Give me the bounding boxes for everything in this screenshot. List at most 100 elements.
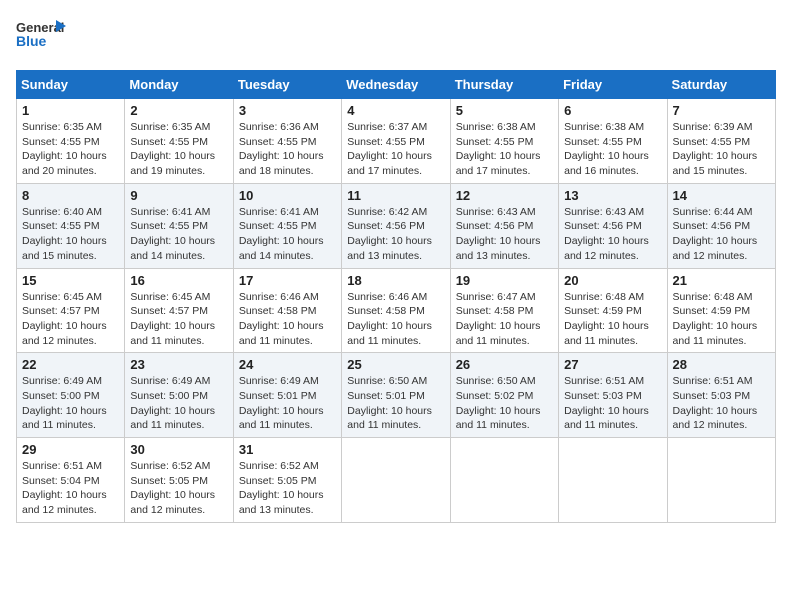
day-info: Sunrise: 6:51 AMSunset: 5:03 PMDaylight:… xyxy=(673,374,770,433)
logo-svg: General Blue xyxy=(16,16,68,58)
svg-text:Blue: Blue xyxy=(16,33,47,49)
day-info: Sunrise: 6:50 AMSunset: 5:02 PMDaylight:… xyxy=(456,374,553,433)
day-number: 11 xyxy=(347,188,444,203)
calendar-day-cell: 1Sunrise: 6:35 AMSunset: 4:55 PMDaylight… xyxy=(17,99,125,184)
day-number: 8 xyxy=(22,188,119,203)
calendar-day-cell: 24 Sunrise: 6:49 AMSunset: 5:01 PMDayligh… xyxy=(233,353,341,438)
day-info: Sunrise: 6:49 AMSunset: 5:01 PMDaylight:… xyxy=(239,374,336,433)
day-number: 18 xyxy=(347,273,444,288)
day-number: 25 xyxy=(347,357,444,372)
calendar-day-cell: 13 Sunrise: 6:43 AMSunset: 4:56 PMDayligh… xyxy=(559,183,667,268)
day-number: 16 xyxy=(130,273,227,288)
day-info: Sunrise: 6:43 AMSunset: 4:56 PMDaylight:… xyxy=(456,205,553,264)
calendar-day-cell: 28 Sunrise: 6:51 AMSunset: 5:03 PMDayligh… xyxy=(667,353,775,438)
day-info: Sunrise: 6:49 AMSunset: 5:00 PMDaylight:… xyxy=(22,374,119,433)
calendar-week-row: 29 Sunrise: 6:51 AMSunset: 5:04 PMDayligh… xyxy=(17,438,776,523)
day-number: 5 xyxy=(456,103,553,118)
calendar-day-cell: 14Sunrise: 6:44 AMSunset: 4:56 PMDayligh… xyxy=(667,183,775,268)
calendar-day-cell: 26 Sunrise: 6:50 AMSunset: 5:02 PMDayligh… xyxy=(450,353,558,438)
day-info: Sunrise: 6:46 AMSunset: 4:58 PMDaylight:… xyxy=(239,290,336,349)
calendar-day-cell: 25 Sunrise: 6:50 AMSunset: 5:01 PMDayligh… xyxy=(342,353,450,438)
calendar-day-cell: 31Sunrise: 6:52 AMSunset: 5:05 PMDayligh… xyxy=(233,438,341,523)
day-number: 9 xyxy=(130,188,227,203)
calendar-day-cell: 17 Sunrise: 6:46 AMSunset: 4:58 PMDayligh… xyxy=(233,268,341,353)
day-number: 23 xyxy=(130,357,227,372)
calendar-week-row: 8 Sunrise: 6:40 AMSunset: 4:55 PMDaylight… xyxy=(17,183,776,268)
calendar-day-cell: 10 Sunrise: 6:41 AMSunset: 4:55 PMDayligh… xyxy=(233,183,341,268)
day-number: 6 xyxy=(564,103,661,118)
day-info: Sunrise: 6:41 AMSunset: 4:55 PMDaylight:… xyxy=(239,205,336,264)
day-info: Sunrise: 6:38 AMSunset: 4:55 PMDaylight:… xyxy=(564,120,661,179)
calendar-day-cell: 16 Sunrise: 6:45 AMSunset: 4:57 PMDayligh… xyxy=(125,268,233,353)
calendar-day-cell: 11 Sunrise: 6:42 AMSunset: 4:56 PMDayligh… xyxy=(342,183,450,268)
calendar-day-cell: 20 Sunrise: 6:48 AMSunset: 4:59 PMDayligh… xyxy=(559,268,667,353)
calendar-week-row: 15 Sunrise: 6:45 AMSunset: 4:57 PMDayligh… xyxy=(17,268,776,353)
calendar-day-header: Monday xyxy=(125,71,233,99)
calendar-day-cell: 5 Sunrise: 6:38 AMSunset: 4:55 PMDaylight… xyxy=(450,99,558,184)
calendar-day-cell: 9 Sunrise: 6:41 AMSunset: 4:55 PMDaylight… xyxy=(125,183,233,268)
day-info: Sunrise: 6:50 AMSunset: 5:01 PMDaylight:… xyxy=(347,374,444,433)
day-number: 29 xyxy=(22,442,119,457)
day-info: Sunrise: 6:45 AMSunset: 4:57 PMDaylight:… xyxy=(130,290,227,349)
day-number: 15 xyxy=(22,273,119,288)
day-info: Sunrise: 6:36 AMSunset: 4:55 PMDaylight:… xyxy=(239,120,336,179)
day-info: Sunrise: 6:41 AMSunset: 4:55 PMDaylight:… xyxy=(130,205,227,264)
day-number: 20 xyxy=(564,273,661,288)
calendar-day-header: Sunday xyxy=(17,71,125,99)
calendar-header-row: SundayMondayTuesdayWednesdayThursdayFrid… xyxy=(17,71,776,99)
day-number: 10 xyxy=(239,188,336,203)
calendar-day-cell: 3 Sunrise: 6:36 AMSunset: 4:55 PMDaylight… xyxy=(233,99,341,184)
day-info: Sunrise: 6:37 AMSunset: 4:55 PMDaylight:… xyxy=(347,120,444,179)
day-number: 14 xyxy=(673,188,770,203)
page-header: General Blue xyxy=(16,16,776,58)
day-number: 24 xyxy=(239,357,336,372)
calendar-day-header: Saturday xyxy=(667,71,775,99)
day-number: 19 xyxy=(456,273,553,288)
day-info: Sunrise: 6:42 AMSunset: 4:56 PMDaylight:… xyxy=(347,205,444,264)
day-info: Sunrise: 6:48 AMSunset: 4:59 PMDaylight:… xyxy=(564,290,661,349)
calendar-day-cell: 21Sunrise: 6:48 AMSunset: 4:59 PMDayligh… xyxy=(667,268,775,353)
calendar-table: SundayMondayTuesdayWednesdayThursdayFrid… xyxy=(16,70,776,523)
day-number: 12 xyxy=(456,188,553,203)
calendar-day-cell: 19 Sunrise: 6:47 AMSunset: 4:58 PMDayligh… xyxy=(450,268,558,353)
calendar-day-cell: 6 Sunrise: 6:38 AMSunset: 4:55 PMDaylight… xyxy=(559,99,667,184)
calendar-week-row: 1Sunrise: 6:35 AMSunset: 4:55 PMDaylight… xyxy=(17,99,776,184)
day-number: 3 xyxy=(239,103,336,118)
logo: General Blue xyxy=(16,16,68,58)
day-number: 31 xyxy=(239,442,336,457)
calendar-day-cell: 18Sunrise: 6:46 AMSunset: 4:58 PMDayligh… xyxy=(342,268,450,353)
calendar-day-cell xyxy=(667,438,775,523)
calendar-day-cell: 30Sunrise: 6:52 AMSunset: 5:05 PMDayligh… xyxy=(125,438,233,523)
day-number: 28 xyxy=(673,357,770,372)
calendar-day-header: Thursday xyxy=(450,71,558,99)
day-number: 17 xyxy=(239,273,336,288)
day-info: Sunrise: 6:40 AMSunset: 4:55 PMDaylight:… xyxy=(22,205,119,264)
day-info: Sunrise: 6:38 AMSunset: 4:55 PMDaylight:… xyxy=(456,120,553,179)
calendar-day-cell: 27Sunrise: 6:51 AMSunset: 5:03 PMDayligh… xyxy=(559,353,667,438)
day-number: 13 xyxy=(564,188,661,203)
day-number: 21 xyxy=(673,273,770,288)
calendar-day-cell: 23 Sunrise: 6:49 AMSunset: 5:00 PMDayligh… xyxy=(125,353,233,438)
calendar-day-cell: 22Sunrise: 6:49 AMSunset: 5:00 PMDayligh… xyxy=(17,353,125,438)
day-info: Sunrise: 6:35 AMSunset: 4:55 PMDaylight:… xyxy=(130,120,227,179)
calendar-day-cell xyxy=(342,438,450,523)
day-number: 7 xyxy=(673,103,770,118)
day-number: 4 xyxy=(347,103,444,118)
calendar-day-header: Friday xyxy=(559,71,667,99)
day-number: 2 xyxy=(130,103,227,118)
day-info: Sunrise: 6:51 AMSunset: 5:04 PMDaylight:… xyxy=(22,459,119,518)
day-info: Sunrise: 6:43 AMSunset: 4:56 PMDaylight:… xyxy=(564,205,661,264)
day-info: Sunrise: 6:39 AMSunset: 4:55 PMDaylight:… xyxy=(673,120,770,179)
calendar-day-cell xyxy=(559,438,667,523)
day-info: Sunrise: 6:49 AMSunset: 5:00 PMDaylight:… xyxy=(130,374,227,433)
day-info: Sunrise: 6:45 AMSunset: 4:57 PMDaylight:… xyxy=(22,290,119,349)
day-number: 26 xyxy=(456,357,553,372)
day-info: Sunrise: 6:47 AMSunset: 4:58 PMDaylight:… xyxy=(456,290,553,349)
calendar-day-header: Tuesday xyxy=(233,71,341,99)
calendar-day-cell: 4 Sunrise: 6:37 AMSunset: 4:55 PMDaylight… xyxy=(342,99,450,184)
day-info: Sunrise: 6:51 AMSunset: 5:03 PMDaylight:… xyxy=(564,374,661,433)
calendar-day-cell xyxy=(450,438,558,523)
calendar-day-header: Wednesday xyxy=(342,71,450,99)
calendar-day-cell: 29 Sunrise: 6:51 AMSunset: 5:04 PMDayligh… xyxy=(17,438,125,523)
day-info: Sunrise: 6:35 AMSunset: 4:55 PMDaylight:… xyxy=(22,120,119,179)
